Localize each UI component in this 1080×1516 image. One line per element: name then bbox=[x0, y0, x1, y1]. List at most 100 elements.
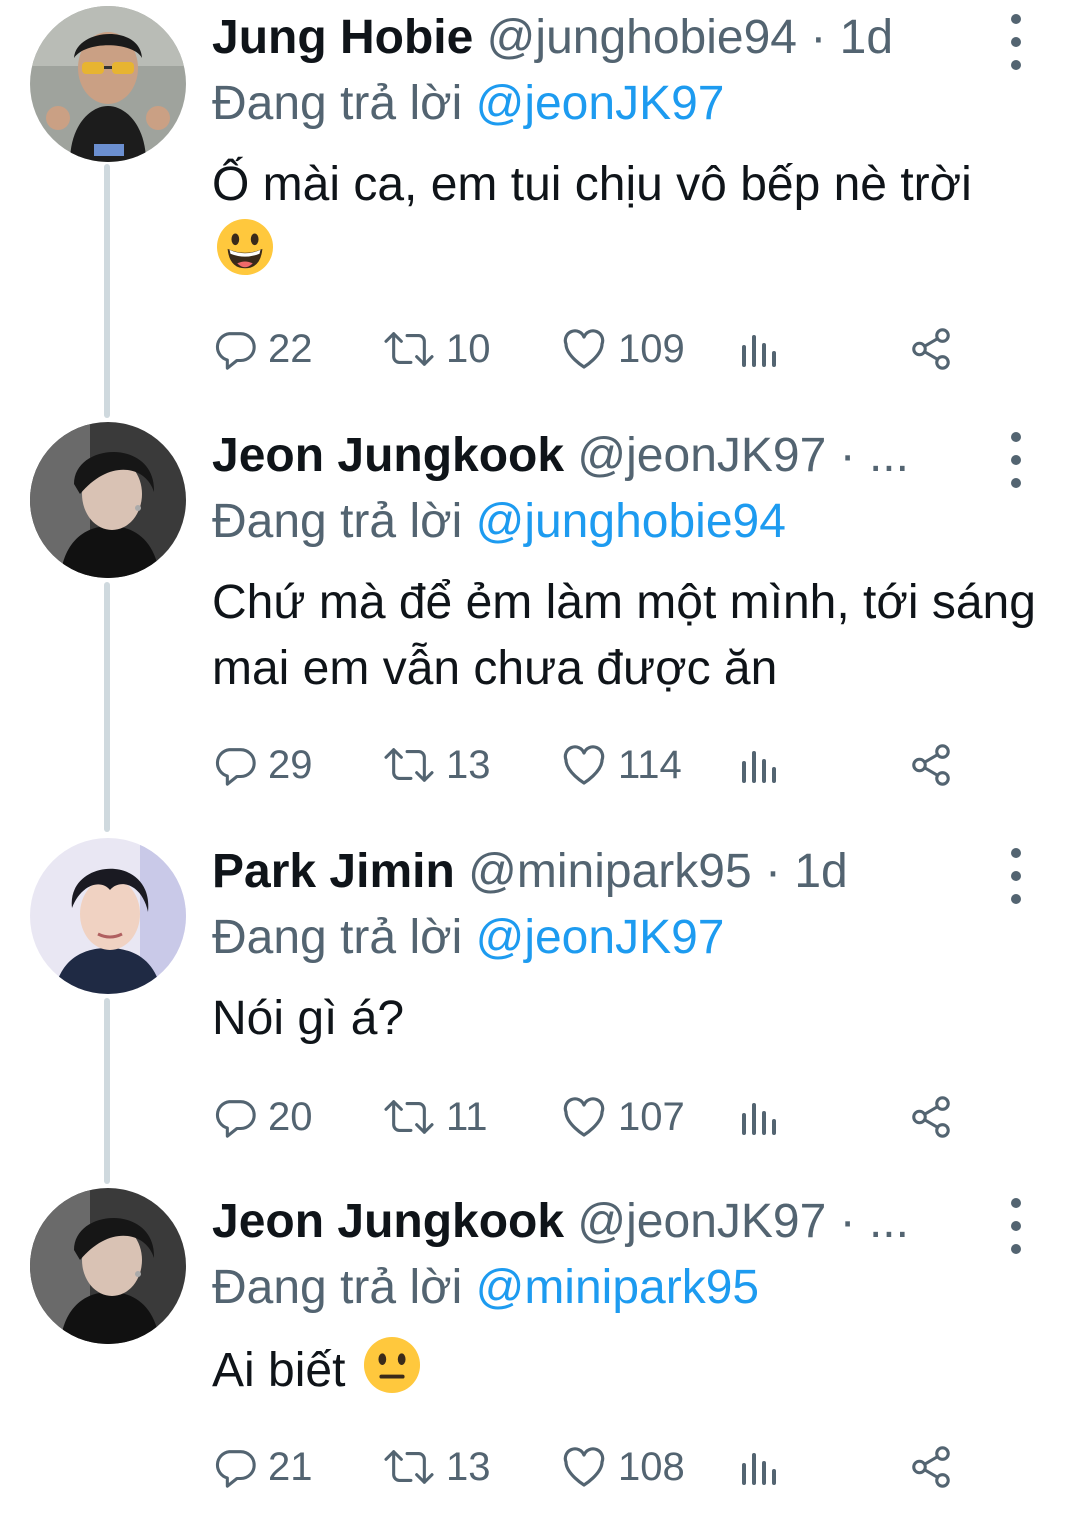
retweet-count: 10 bbox=[446, 327, 491, 371]
retweet-button[interactable]: 13 bbox=[382, 740, 491, 790]
mention-link[interactable]: @jeonJK97 bbox=[476, 911, 725, 964]
reply-button[interactable]: 29 bbox=[212, 740, 313, 790]
retweet-count: 11 bbox=[446, 1095, 488, 1139]
tweet-header: Jeon Jungkook @jeonJK97 · ... bbox=[212, 1192, 970, 1252]
grinning-face-emoji bbox=[216, 218, 274, 276]
replying-to: Đang trả lời @jeonJK97 bbox=[212, 74, 724, 134]
tweet-text: Chứ mà để ẻm làm một mình, tới sáng mai … bbox=[212, 570, 1042, 702]
retweet-icon bbox=[384, 1100, 434, 1134]
tweet-actions: 21 13 108 bbox=[212, 1442, 972, 1492]
more-options-icon[interactable] bbox=[996, 14, 1036, 70]
more-options-icon[interactable] bbox=[996, 1198, 1036, 1254]
like-icon bbox=[563, 745, 605, 785]
reply-button[interactable]: 22 bbox=[212, 324, 313, 374]
replying-to-label: Đang trả lời bbox=[212, 1261, 463, 1314]
retweet-count: 13 bbox=[446, 743, 491, 787]
retweet-icon bbox=[384, 748, 434, 782]
like-count: 108 bbox=[618, 1445, 685, 1489]
replying-to-label: Đang trả lời bbox=[212, 77, 463, 130]
avatar[interactable] bbox=[30, 422, 186, 578]
replying-to-label: Đang trả lời bbox=[212, 495, 463, 548]
replying-to-label: Đang trả lời bbox=[212, 911, 463, 964]
views-button[interactable] bbox=[738, 324, 778, 374]
like-button[interactable]: 108 bbox=[560, 1442, 685, 1492]
share-icon bbox=[912, 744, 950, 786]
reply-button[interactable]: 21 bbox=[212, 1442, 313, 1492]
separator-dot: · bbox=[764, 845, 781, 898]
like-button[interactable]: 114 bbox=[560, 740, 682, 790]
more-options-icon[interactable] bbox=[996, 432, 1036, 488]
share-button[interactable] bbox=[908, 1092, 954, 1142]
tweet-header: Jung Hobie @junghobie94 · 1d bbox=[212, 8, 970, 68]
retweet-button[interactable]: 11 bbox=[382, 1092, 488, 1142]
reply-icon bbox=[215, 1450, 256, 1488]
tweet-header: Park Jimin @minipark95 · 1d bbox=[212, 842, 970, 902]
separator-dot: · bbox=[839, 429, 856, 482]
retweet-count: 13 bbox=[446, 1445, 491, 1489]
tweet[interactable]: Jung Hobie @junghobie94 · 1d Đang trả lờ… bbox=[0, 0, 1080, 400]
views-button[interactable] bbox=[738, 1442, 778, 1492]
more-options-icon[interactable] bbox=[996, 848, 1036, 904]
avatar[interactable] bbox=[30, 6, 186, 162]
retweet-icon bbox=[384, 332, 434, 366]
share-icon bbox=[912, 1096, 950, 1138]
mention-link[interactable]: @jeonJK97 bbox=[476, 77, 725, 130]
views-icon bbox=[742, 751, 776, 783]
reply-count: 22 bbox=[268, 327, 313, 371]
tweet-actions: 20 11 107 bbox=[212, 1092, 972, 1142]
tweet-text: Ai biết bbox=[212, 1336, 1042, 1404]
avatar[interactable] bbox=[30, 1188, 186, 1344]
views-icon bbox=[742, 1103, 776, 1135]
tweet[interactable]: Jeon Jungkook @jeonJK97 · ... Đang trả l… bbox=[0, 418, 1080, 818]
timestamp[interactable]: ... bbox=[869, 429, 909, 482]
neutral-face-emoji bbox=[363, 1336, 420, 1394]
tweet-text: Ố mài ca, em tui chịu vô bếp nè trời bbox=[212, 152, 1042, 286]
like-count: 114 bbox=[618, 743, 682, 787]
share-button[interactable] bbox=[908, 324, 954, 374]
like-count: 109 bbox=[618, 327, 685, 371]
retweet-icon bbox=[384, 1450, 434, 1484]
reply-count: 21 bbox=[268, 1445, 313, 1489]
tweet-text: Nói gì á? bbox=[212, 986, 1042, 1052]
mention-link[interactable]: @junghobie94 bbox=[476, 495, 786, 548]
tweet-actions: 22 10 109 bbox=[212, 324, 972, 374]
display-name[interactable]: Jeon Jungkook bbox=[212, 429, 564, 482]
views-button[interactable] bbox=[738, 1092, 778, 1142]
replying-to: Đang trả lời @minipark95 bbox=[212, 1258, 759, 1318]
reply-count: 20 bbox=[268, 1095, 313, 1139]
reply-icon bbox=[215, 1100, 256, 1138]
tweet[interactable]: Jeon Jungkook @jeonJK97 · ... Đang trả l… bbox=[0, 1184, 1080, 1516]
share-button[interactable] bbox=[908, 1442, 954, 1492]
timestamp[interactable]: 1d bbox=[840, 11, 893, 64]
like-button[interactable]: 109 bbox=[560, 324, 685, 374]
like-icon bbox=[563, 1447, 605, 1487]
reply-icon bbox=[215, 332, 256, 370]
tweet-text-content: Chứ mà để ẻm làm một mình, tới sáng mai … bbox=[212, 576, 1036, 695]
display-name[interactable]: Jung Hobie bbox=[212, 11, 473, 64]
retweet-button[interactable]: 13 bbox=[382, 1442, 491, 1492]
username[interactable]: @jeonJK97 bbox=[577, 1195, 826, 1248]
replying-to: Đang trả lời @junghobie94 bbox=[212, 492, 786, 552]
views-button[interactable] bbox=[738, 740, 778, 790]
username[interactable]: @minipark95 bbox=[468, 845, 752, 898]
reply-count: 29 bbox=[268, 743, 313, 787]
like-button[interactable]: 107 bbox=[560, 1092, 685, 1142]
share-icon bbox=[912, 328, 950, 370]
username[interactable]: @junghobie94 bbox=[487, 11, 797, 64]
tweet-text-content: Ố mài ca, em tui chịu vô bếp nè trời bbox=[212, 158, 972, 211]
display-name[interactable]: Park Jimin bbox=[212, 845, 455, 898]
timestamp[interactable]: ... bbox=[869, 1195, 909, 1248]
views-icon bbox=[742, 335, 776, 367]
retweet-button[interactable]: 10 bbox=[382, 324, 491, 374]
display-name[interactable]: Jeon Jungkook bbox=[212, 1195, 564, 1248]
share-button[interactable] bbox=[908, 740, 954, 790]
tweet[interactable]: Park Jimin @minipark95 · 1d Đang trả lời… bbox=[0, 834, 1080, 1184]
timestamp[interactable]: 1d bbox=[794, 845, 847, 898]
mention-link[interactable]: @minipark95 bbox=[476, 1261, 760, 1314]
username[interactable]: @jeonJK97 bbox=[577, 429, 826, 482]
separator-dot: · bbox=[810, 11, 827, 64]
tweet-text-content: Ai biết bbox=[212, 1344, 346, 1397]
like-icon bbox=[563, 329, 605, 369]
avatar[interactable] bbox=[30, 838, 186, 994]
reply-button[interactable]: 20 bbox=[212, 1092, 313, 1142]
